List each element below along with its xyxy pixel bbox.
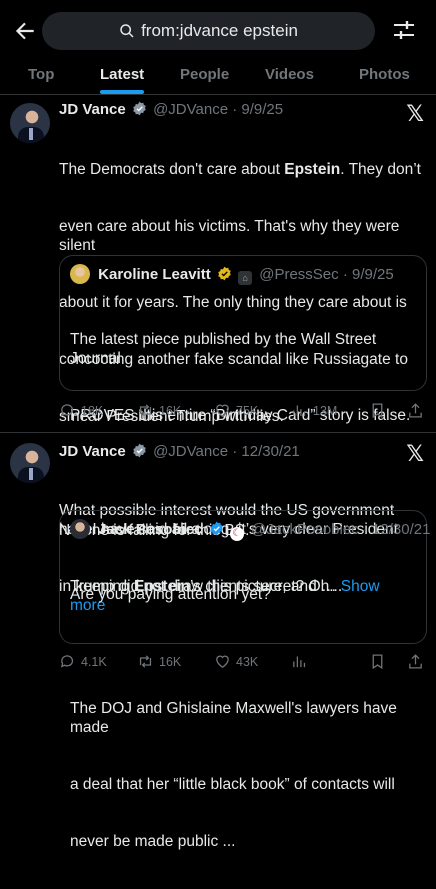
heart-icon [216,404,229,417]
reply-count: 4.1K [81,654,107,669]
filter-settings-icon[interactable] [392,18,416,42]
quote-text: Are you paying attention yet? The DOJ an… [70,547,415,889]
reply-button[interactable]: 18K [59,402,103,419]
like-button[interactable]: 43K [214,653,258,670]
search-tabs: Top Latest People Videos Photos [0,60,436,95]
quote-line: The latest piece published by the Wall S… [70,331,381,367]
reply-count: 18K [81,403,104,418]
tweet-date: 12/30/21 [241,443,300,460]
tweet-line: The Democrats don't care about Epstein. … [59,161,421,178]
quote-line: never be made public ... [70,833,236,850]
affiliate-badge-icon: ⌂ [238,271,253,285]
reply-icon [60,655,74,668]
tab-latest[interactable]: Latest [100,66,144,83]
reply-icon [60,404,74,417]
tab-people[interactable]: People [180,66,229,83]
views-button[interactable]: 13M [291,402,337,419]
bookmark-icon[interactable] [369,653,386,670]
quote-line: The DOJ and Ghislaine Maxwell's lawyers … [70,700,402,736]
author-name[interactable]: JD Vance [59,443,126,460]
share-icon[interactable] [407,402,424,419]
tab-top[interactable]: Top [28,66,54,83]
search-input[interactable]: from:jdvance epstein [42,12,375,50]
repost-icon [139,655,152,668]
avatar [70,264,90,284]
quoted-tweet[interactable]: Karoline Leavitt ⌂ @PressSec · 9/9/25 Th… [59,255,427,614]
avatar[interactable] [10,103,50,143]
quote-author-handle: @PressSec [259,266,339,283]
tweet-actions: 18K 16K 75K 13M [59,402,429,422]
quote-header: Karoline Leavitt ⌂ @PressSec · 9/9/25 [70,264,394,285]
verified-gray-badge-icon [133,101,146,116]
back-arrow-icon[interactable] [12,18,38,44]
search-query: from:jdvance epstein [141,21,298,40]
tweet-header: JD Vance @JDVance · 12/30/21 [59,443,300,460]
avatar[interactable] [10,443,50,483]
reply-button[interactable]: 4.1K [59,653,107,670]
repost-button[interactable]: 16K [137,653,181,670]
bookmark-icon[interactable] [369,402,386,419]
tab-videos[interactable]: Videos [265,66,314,83]
repost-button[interactable]: 16K [137,402,181,419]
views-chart-icon [293,656,306,668]
tweet-header: JD Vance @JDVance · 9/9/25 [59,101,284,118]
author-name[interactable]: JD Vance [59,101,126,118]
tweet-actions: 4.1K 16K 43K [59,653,429,673]
quote-author-name: Jack Posobiec [98,521,203,538]
quote-line: a deal that her “little black book” of c… [70,776,395,793]
author-handle: @JDVance [153,443,229,460]
tweet[interactable]: 𝕏 JD Vance @JDVance · 9/9/25 The Democra… [0,95,436,614]
active-tab-indicator [100,90,144,94]
share-icon[interactable] [407,653,424,670]
quote-header: Jack Posobiec ☾ @JackPosobiec · 12/30/21 [70,519,430,541]
avatar [70,519,90,539]
repost-icon [139,404,152,417]
like-count: 43K [236,654,259,669]
quoted-tweet[interactable]: Jack Posobiec ☾ @JackPosobiec · 12/30/21… [59,510,430,850]
tweet-line: even care about his victims. That's why … [59,218,404,254]
repost-count: 16K [159,403,182,418]
heart-icon [216,655,229,668]
top-bar: from:jdvance epstein [0,0,436,60]
author-handle: @JDVance [153,101,229,118]
verified-blue-badge-icon [209,521,223,536]
like-count: 75K [236,403,259,418]
views-chart-icon [293,405,306,417]
repost-count: 16K [159,654,182,669]
verified-gray-badge-icon [133,443,146,458]
like-button[interactable]: 75K [214,402,258,419]
quote-author-handle: @JackPosobiec [250,521,359,538]
tweet-date: 9/9/25 [241,101,284,118]
quote-date: 9/9/25 [351,266,394,283]
quote-line: Are you paying attention yet? [70,586,271,603]
quote-date: 12/30/21 [372,521,431,538]
affiliate-badge-icon: ☾ [229,527,244,541]
tweet[interactable]: 𝕏 JD Vance @JDVance · 12/30/21 What poss… [0,433,436,850]
quote-author-name: Karoline Leavitt [98,266,211,283]
verified-gold-badge-icon [218,266,231,281]
tab-photos[interactable]: Photos [359,66,410,83]
view-count: 13M [313,403,338,418]
views-button[interactable] [291,653,313,670]
search-icon [120,24,134,38]
